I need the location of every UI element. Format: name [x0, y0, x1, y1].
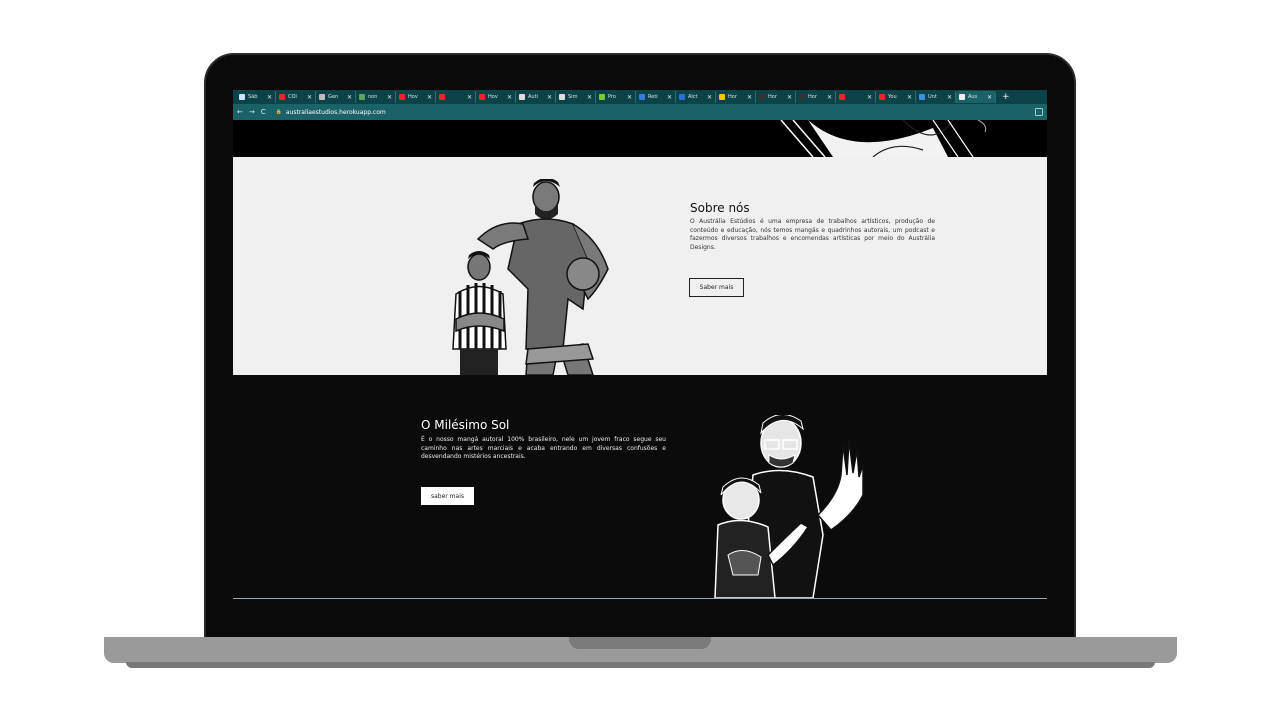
tab-title: Sáb [248, 94, 258, 100]
browser-tab[interactable]: Reti ✕ [636, 91, 676, 103]
milesimo-sol-section: O Milésimo Sol É o nosso mangá autoral 1… [233, 375, 1047, 599]
tab-favicon-icon [719, 94, 725, 100]
tab-favicon-icon [679, 94, 685, 100]
tab-close-icon[interactable]: ✕ [507, 94, 512, 101]
milesimo-saber-mais-button[interactable]: saber mais [421, 487, 474, 505]
tab-close-icon[interactable]: ✕ [867, 94, 872, 101]
tab-title: Sim [568, 94, 578, 100]
tab-favicon-icon [479, 94, 485, 100]
tab-title: You [888, 94, 897, 100]
hero-section [233, 119, 1047, 158]
tab-favicon-icon [359, 94, 365, 100]
browser-tab[interactable]: Auti ✕ [516, 91, 556, 103]
browser-tab[interactable]: Unt ✕ [916, 91, 956, 103]
laptop-notch [569, 637, 711, 649]
browser-tab[interactable]: Pro ✕ [596, 91, 636, 103]
browser-tab[interactable]: Alct ✕ [676, 91, 716, 103]
tab-favicon-icon [239, 94, 245, 100]
about-title: Sobre nós [690, 201, 750, 215]
tab-close-icon[interactable]: ✕ [987, 94, 992, 101]
tab-close-icon[interactable]: ✕ [547, 94, 552, 101]
tab-favicon-icon [839, 94, 845, 100]
tab-close-icon[interactable]: ✕ [387, 94, 392, 101]
tab-title: Hor [768, 94, 777, 100]
tab-favicon-icon [959, 94, 965, 100]
hero-illustration [780, 119, 987, 158]
url-field[interactable]: australiaestudios.herokuapp.com [286, 109, 386, 116]
tab-title: Hov [408, 94, 418, 100]
tab-favicon-icon [399, 94, 405, 100]
laptop-base-shadow [126, 662, 1155, 668]
tab-favicon-icon [919, 94, 925, 100]
tab-close-icon[interactable]: ✕ [747, 94, 752, 101]
browser-tab-bar: Sáb ✕ COI ✕ Gen ✕ non ✕ Hov ✕ ✕ Hov ✕ Auti ✕ Sim ✕ Pro ✕ Re… [233, 90, 1047, 104]
tab-title: COI [288, 94, 297, 100]
lock-icon[interactable]: 🔒 [276, 109, 282, 115]
browser-tab[interactable]: Hov ✕ [396, 91, 436, 103]
tab-favicon-icon [519, 94, 525, 100]
tab-close-icon[interactable]: ✕ [907, 94, 912, 101]
browser-tab[interactable]: ✕ [836, 91, 876, 103]
tab-title: Hor [808, 94, 817, 100]
new-tab-icon[interactable]: + [1002, 92, 1010, 102]
tab-favicon-icon [759, 94, 765, 100]
tab-close-icon[interactable]: ✕ [347, 94, 352, 101]
browser-tab[interactable]: Aus ✕ [956, 91, 996, 103]
tab-title: Unt [928, 94, 937, 100]
laptop-screen: Sáb ✕ COI ✕ Gen ✕ non ✕ Hov ✕ ✕ Hov ✕ Auti ✕ Sim ✕ Pro ✕ Re… [233, 90, 1047, 599]
tab-title: Hor [728, 94, 737, 100]
extension-icon[interactable] [1035, 108, 1043, 116]
back-icon[interactable]: ← [237, 108, 243, 116]
tab-close-icon[interactable]: ✕ [827, 94, 832, 101]
tab-close-icon[interactable]: ✕ [627, 94, 632, 101]
tab-title: Aus [968, 94, 978, 100]
tab-favicon-icon [879, 94, 885, 100]
tab-favicon-icon [799, 94, 805, 100]
browser-tab[interactable]: Hor ✕ [716, 91, 756, 103]
tab-title: Auti [528, 94, 538, 100]
about-section: Sobre nós O Austrália Estúdios é uma emp… [233, 157, 1047, 375]
reload-icon[interactable]: C [261, 108, 266, 116]
tab-close-icon[interactable]: ✕ [467, 94, 472, 101]
browser-tab[interactable]: You ✕ [876, 91, 916, 103]
tab-favicon-icon [439, 94, 445, 100]
browser-tab[interactable]: Gen ✕ [316, 91, 356, 103]
tab-close-icon[interactable]: ✕ [707, 94, 712, 101]
tab-title: non [368, 94, 378, 100]
tab-close-icon[interactable]: ✕ [947, 94, 952, 101]
browser-tab[interactable]: Hor ✕ [756, 91, 796, 103]
tab-favicon-icon [639, 94, 645, 100]
tab-title: Gen [328, 94, 339, 100]
milesimo-illustration [714, 415, 864, 598]
page-content: Sobre nós O Austrália Estúdios é uma emp… [233, 119, 1047, 599]
browser-tab[interactable]: ✕ [436, 91, 476, 103]
about-illustration [452, 179, 609, 375]
tab-title: Alct [688, 94, 698, 100]
browser-tab[interactable]: non ✕ [356, 91, 396, 103]
browser-tab[interactable]: COI ✕ [276, 91, 316, 103]
browser-tab[interactable]: Sim ✕ [556, 91, 596, 103]
saber-mais-button[interactable]: Saber mais [689, 278, 744, 297]
browser-address-bar: ← → C 🔒 australiaestudios.herokuapp.com [233, 104, 1047, 120]
about-text: O Austrália Estúdios é uma empresa de tr… [690, 218, 935, 251]
browser-tab[interactable]: Hor ✕ [796, 91, 836, 103]
tab-title: Reti [648, 94, 658, 100]
tab-favicon-icon [559, 94, 565, 100]
tab-close-icon[interactable]: ✕ [427, 94, 432, 101]
tab-title: Hov [488, 94, 498, 100]
browser-tab[interactable]: Hov ✕ [476, 91, 516, 103]
browser-tab[interactable]: Sáb ✕ [236, 91, 276, 103]
tab-favicon-icon [599, 94, 605, 100]
tab-favicon-icon [319, 94, 325, 100]
tab-title: Pro [608, 94, 616, 100]
tab-close-icon[interactable]: ✕ [267, 94, 272, 101]
milesimo-text: É o nosso mangá autoral 100% brasileiro,… [421, 436, 666, 460]
tab-close-icon[interactable]: ✕ [667, 94, 672, 101]
tab-close-icon[interactable]: ✕ [307, 94, 312, 101]
tab-favicon-icon [279, 94, 285, 100]
tab-close-icon[interactable]: ✕ [587, 94, 592, 101]
forward-icon[interactable]: → [249, 108, 255, 116]
milesimo-title: O Milésimo Sol [421, 418, 510, 432]
tab-close-icon[interactable]: ✕ [787, 94, 792, 101]
